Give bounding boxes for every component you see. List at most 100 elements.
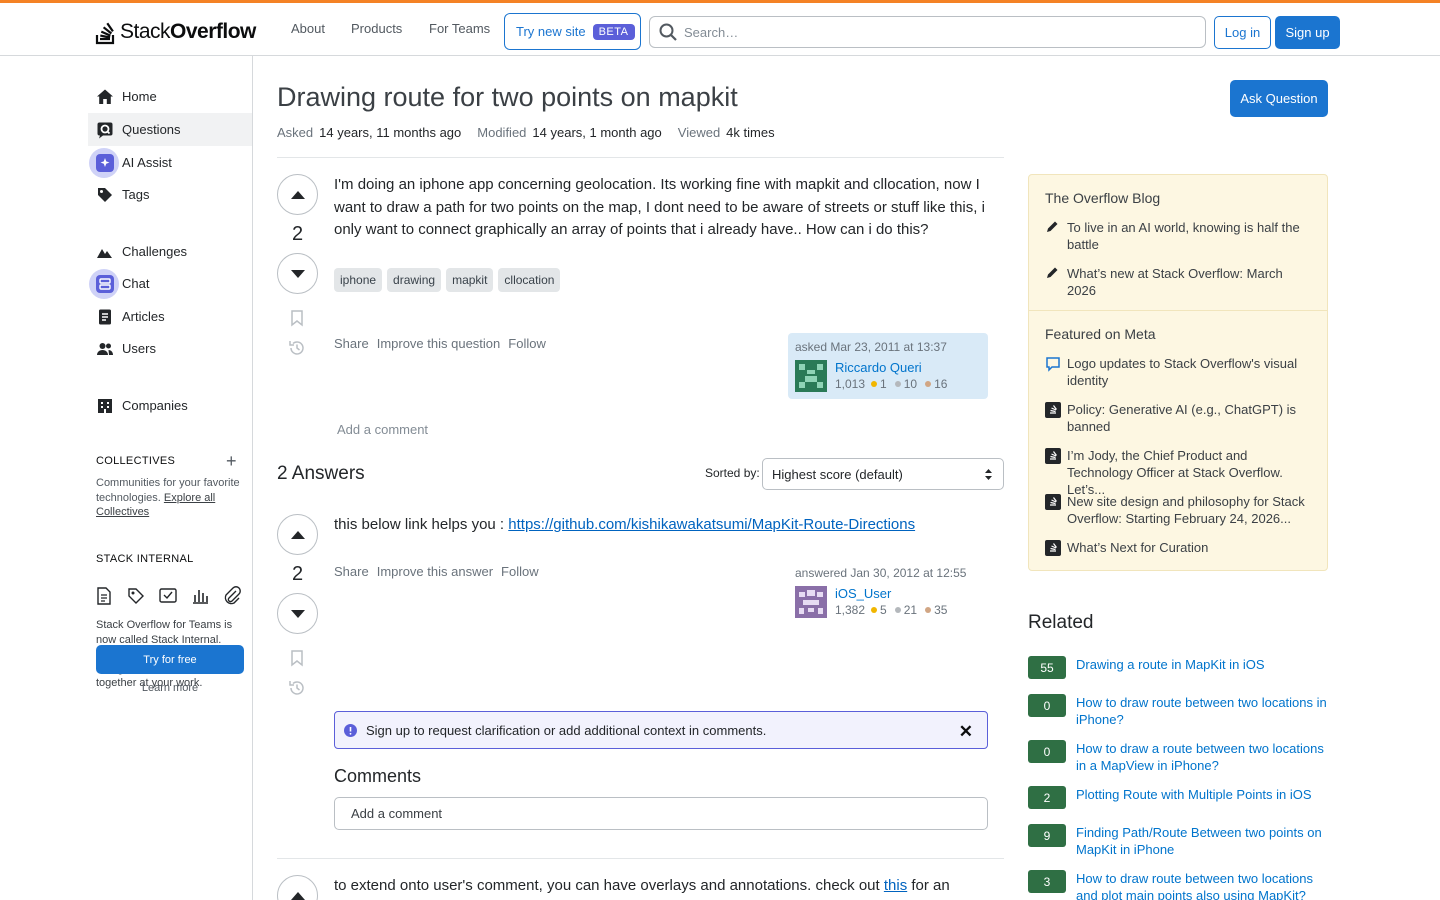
- related-score: 0: [1028, 740, 1066, 763]
- this-link[interactable]: this: [884, 877, 907, 894]
- collectives-description: Communities for your favorite technologi…: [96, 476, 246, 520]
- meta-item-label: I’m Jody, the Chief Product and Technolo…: [1067, 448, 1283, 497]
- blog-item[interactable]: What’s new at Stack Overflow: March 2026: [1045, 265, 1315, 299]
- bar-chart-icon: [190, 586, 210, 606]
- related-score: 3: [1028, 870, 1066, 893]
- sidebar-item-challenges[interactable]: Challenges: [88, 235, 252, 268]
- arrow-up-icon: [290, 190, 306, 200]
- try-new-site-button[interactable]: Try new site BETA: [504, 13, 641, 50]
- sort-label: Sorted by:: [705, 466, 760, 480]
- bookmark-icon[interactable]: [288, 649, 306, 667]
- sidebar-item-tags[interactable]: Tags: [88, 178, 252, 211]
- login-button[interactable]: Log in: [1214, 16, 1271, 49]
- history-icon[interactable]: [288, 679, 306, 697]
- related-item[interactable]: 55 Drawing a route in MapKit in iOS: [1028, 656, 1328, 679]
- bronze-badge-icon: [925, 381, 932, 387]
- add-comment-input[interactable]: Add a comment: [334, 797, 988, 830]
- improve-question-link[interactable]: Improve this question: [377, 336, 501, 351]
- learn-more-link[interactable]: Learn more: [96, 682, 244, 694]
- related-title: How to draw a route between two location…: [1076, 741, 1324, 773]
- ask-question-button[interactable]: Ask Question: [1230, 80, 1328, 117]
- downvote-button[interactable]: [277, 593, 318, 634]
- author-name[interactable]: iOS_User: [835, 586, 891, 601]
- avatar[interactable]: [795, 360, 827, 392]
- meta-item[interactable]: I’m Jody, the Chief Product and Technolo…: [1045, 447, 1315, 498]
- signup-button[interactable]: Sign up: [1275, 16, 1340, 49]
- question-tags: iphone drawing mapkit cllocation: [334, 268, 561, 292]
- related-item[interactable]: 2 Plotting Route with Multiple Points in…: [1028, 786, 1328, 809]
- avatar[interactable]: [795, 586, 827, 618]
- sidebar-item-questions[interactable]: Questions: [88, 113, 252, 146]
- sidebar-item-label: Articles: [122, 309, 165, 324]
- signup-notice: Sign up to request clarification or add …: [334, 711, 988, 749]
- add-collective-icon[interactable]: +: [226, 452, 237, 470]
- downvote-button[interactable]: [277, 253, 318, 294]
- sidebar-item-chat[interactable]: Chat: [88, 267, 252, 300]
- follow-link[interactable]: Follow: [508, 336, 546, 351]
- close-icon[interactable]: ✕: [959, 722, 973, 742]
- meta-item-label: New site design and philosophy for Stack…: [1067, 494, 1305, 526]
- related-title: Finding Path/Route Between two points on…: [1076, 825, 1322, 857]
- check-board-icon: [158, 586, 178, 606]
- related-item[interactable]: 3 How to draw route between two location…: [1028, 870, 1328, 900]
- upvote-button[interactable]: [277, 174, 318, 215]
- try-for-free-button[interactable]: Try for free: [96, 645, 244, 674]
- nav-products[interactable]: Products: [351, 21, 402, 36]
- sort-arrows-icon: [984, 468, 993, 481]
- collectives-title: COLLECTIVES: [96, 455, 176, 467]
- improve-answer-link[interactable]: Improve this answer: [377, 564, 493, 579]
- upvote-button[interactable]: [277, 514, 318, 555]
- related-score: 2: [1028, 786, 1066, 809]
- blog-item-label: What’s new at Stack Overflow: March 2026: [1067, 266, 1283, 298]
- sidebar-item-ai-assist[interactable]: AI Assist: [88, 146, 252, 179]
- nav-about[interactable]: About: [291, 21, 325, 36]
- add-comment-link[interactable]: Add a comment: [337, 422, 428, 437]
- search-icon: [659, 23, 677, 41]
- meta-item[interactable]: New site design and philosophy for Stack…: [1045, 493, 1315, 527]
- gold-badge-icon: [871, 381, 878, 387]
- meta-item-label: Logo updates to Stack Overflow's visual …: [1067, 356, 1298, 388]
- bookmark-icon[interactable]: [288, 309, 306, 327]
- tag-cllocation[interactable]: cllocation: [498, 268, 561, 292]
- tag-drawing[interactable]: drawing: [387, 268, 442, 292]
- stack-exchange-icon: [1045, 540, 1061, 556]
- upvote-button[interactable]: [277, 875, 318, 900]
- related-item[interactable]: 0 How to draw route between two location…: [1028, 694, 1328, 728]
- author-name[interactable]: Riccardo Queri: [835, 360, 922, 375]
- meta-item[interactable]: Logo updates to Stack Overflow's visual …: [1045, 355, 1315, 389]
- modified-value[interactable]: 14 years, 1 month ago: [532, 125, 661, 140]
- viewed-label: Viewed: [677, 125, 721, 140]
- follow-link[interactable]: Follow: [501, 564, 539, 579]
- share-link[interactable]: Share: [334, 564, 369, 579]
- asked-time: asked Mar 23, 2011 at 13:37: [795, 340, 947, 354]
- meta-item[interactable]: Policy: Generative AI (e.g., ChatGPT) is…: [1045, 401, 1315, 435]
- meta-item[interactable]: What’s Next for Curation: [1045, 539, 1315, 556]
- history-icon[interactable]: [288, 339, 306, 357]
- sidebar-item-label: Chat: [122, 276, 150, 291]
- sidebar-item-companies[interactable]: Companies: [88, 389, 252, 422]
- sidebar-item-users[interactable]: Users: [88, 332, 252, 365]
- ai-assist-icon: [96, 153, 114, 172]
- answer-link[interactable]: https://github.com/kishikawakatsumi/MapK…: [508, 516, 915, 533]
- related-item[interactable]: 9 Finding Path/Route Between two points …: [1028, 824, 1328, 858]
- blog-item-label: To live in an AI world, knowing is half …: [1067, 220, 1300, 252]
- arrow-up-icon: [290, 530, 306, 540]
- nav-for-teams[interactable]: For Teams: [429, 21, 490, 36]
- sidebar-item-home[interactable]: Home: [88, 80, 252, 113]
- related-item[interactable]: 0 How to draw a route between two locati…: [1028, 740, 1328, 774]
- site-logo[interactable]: StackOverflow: [95, 18, 256, 46]
- sort-select[interactable]: Highest score (default): [762, 458, 1004, 490]
- sidebar-item-articles[interactable]: Articles: [88, 300, 252, 333]
- arrow-up-icon: [290, 891, 306, 900]
- answer-text: this below link helps you :: [334, 516, 509, 533]
- tag-iphone[interactable]: iphone: [334, 268, 383, 292]
- search-input[interactable]: Search…: [649, 16, 1206, 48]
- blog-item[interactable]: To live in an AI world, knowing is half …: [1045, 219, 1315, 253]
- bronze-badge-count: 35: [934, 603, 948, 617]
- notice-text: Sign up to request clarification or add …: [366, 722, 767, 738]
- questions-icon: [96, 121, 114, 139]
- question-title[interactable]: Drawing route for two points on mapkit: [277, 82, 738, 113]
- share-link[interactable]: Share: [334, 336, 369, 351]
- tag-mapkit[interactable]: mapkit: [446, 268, 494, 292]
- stack-internal-icons: [94, 586, 242, 606]
